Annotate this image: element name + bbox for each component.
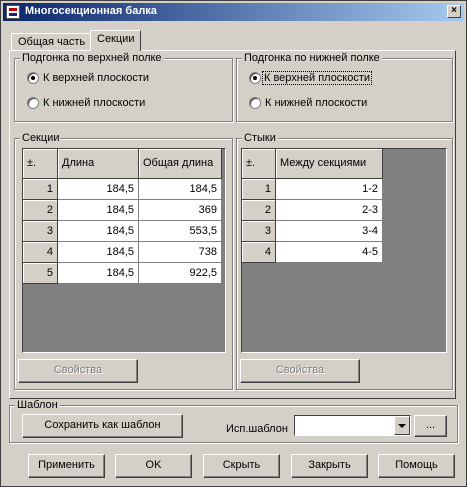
lower-fit-legend: Подгонка по нижней полке xyxy=(242,52,382,64)
table-cell[interactable]: 184,5 xyxy=(58,221,139,242)
column-header[interactable]: ±. xyxy=(23,149,58,179)
upper-fit-group: Подгонка по верхней полке К верхней плос… xyxy=(14,52,233,122)
radio-label: К нижней плоскости xyxy=(265,97,368,109)
column-header[interactable]: Между секциями xyxy=(276,149,383,179)
joints-table[interactable]: ±. Между секциями 1 1-2 2 2-3 3 3-4 4 4-… xyxy=(241,148,447,353)
ok-button[interactable]: OK xyxy=(115,454,192,478)
radio-label: К верхней плоскости xyxy=(43,72,150,84)
table-cell[interactable]: 4-5 xyxy=(276,242,383,263)
tab-general[interactable]: Общая часть xyxy=(11,33,93,50)
table-cell[interactable]: 184,5 xyxy=(58,242,139,263)
row-header[interactable]: 5 xyxy=(23,263,58,284)
browse-template-button[interactable]: ... xyxy=(414,415,447,437)
table-cell[interactable]: 2-3 xyxy=(276,200,383,221)
use-template-label: Исп.шаблон xyxy=(226,423,288,435)
sections-table[interactable]: ±. Длина Общая длина 1 184,5 184,5 2 184… xyxy=(22,148,226,353)
column-header[interactable]: ±. xyxy=(242,149,276,179)
table-cell[interactable]: 369 xyxy=(139,200,222,221)
radio-checked-icon xyxy=(249,72,261,84)
column-header[interactable]: Длина xyxy=(58,149,139,179)
row-header[interactable]: 4 xyxy=(23,242,58,263)
table-cell[interactable]: 184,5 xyxy=(139,179,222,200)
template-legend: Шаблон xyxy=(15,399,60,411)
radio-label: К нижней плоскости xyxy=(43,97,146,109)
help-button[interactable]: Помощь xyxy=(378,454,455,478)
title-bar: Многосекционная балка × xyxy=(3,3,464,21)
close-button[interactable]: Закрыть xyxy=(291,454,368,478)
sections-properties-button[interactable]: Свойства xyxy=(18,359,138,383)
column-header[interactable]: Общая длина xyxy=(139,149,222,179)
table-cell[interactable]: 1-2 xyxy=(276,179,383,200)
joints-legend: Стыки xyxy=(242,132,278,144)
table-cell[interactable]: 184,5 xyxy=(58,263,139,284)
sections-legend: Секции xyxy=(20,132,62,144)
radio-label: К верхней плоскости xyxy=(261,71,373,85)
table-cell[interactable]: 922,5 xyxy=(139,263,222,284)
close-icon[interactable]: × xyxy=(447,5,461,18)
tab-sections[interactable]: Секции xyxy=(90,30,142,51)
row-header[interactable]: 2 xyxy=(242,200,276,221)
row-header[interactable]: 1 xyxy=(23,179,58,200)
table-cell[interactable]: 553,5 xyxy=(139,221,222,242)
row-header[interactable]: 3 xyxy=(23,221,58,242)
window-title: Многосекционная балка xyxy=(25,5,157,17)
table-cell[interactable]: 184,5 xyxy=(58,200,139,221)
joints-properties-button[interactable]: Свойства xyxy=(240,359,360,383)
upper-fit-legend: Подгонка по верхней полке xyxy=(20,52,164,64)
radio-unchecked-icon xyxy=(27,97,39,109)
lower-fit-group: Подгонка по нижней полке К верхней плоск… xyxy=(236,52,453,122)
table-cell[interactable]: 184,5 xyxy=(58,179,139,200)
template-select[interactable] xyxy=(294,415,411,436)
table-cell[interactable]: 3-4 xyxy=(276,221,383,242)
row-header[interactable]: 1 xyxy=(242,179,276,200)
chevron-down-icon[interactable] xyxy=(394,416,410,435)
apply-button[interactable]: Применить xyxy=(28,454,105,478)
row-header[interactable]: 3 xyxy=(242,221,276,242)
app-icon xyxy=(6,5,20,19)
radio-unchecked-icon xyxy=(249,97,261,109)
radio-checked-icon xyxy=(27,72,39,84)
table-cell[interactable]: 738 xyxy=(139,242,222,263)
save-as-template-button[interactable]: Сохранить как шаблон xyxy=(22,414,183,438)
hide-button[interactable]: Скрыть xyxy=(203,454,280,478)
row-header[interactable]: 2 xyxy=(23,200,58,221)
row-header[interactable]: 4 xyxy=(242,242,276,263)
